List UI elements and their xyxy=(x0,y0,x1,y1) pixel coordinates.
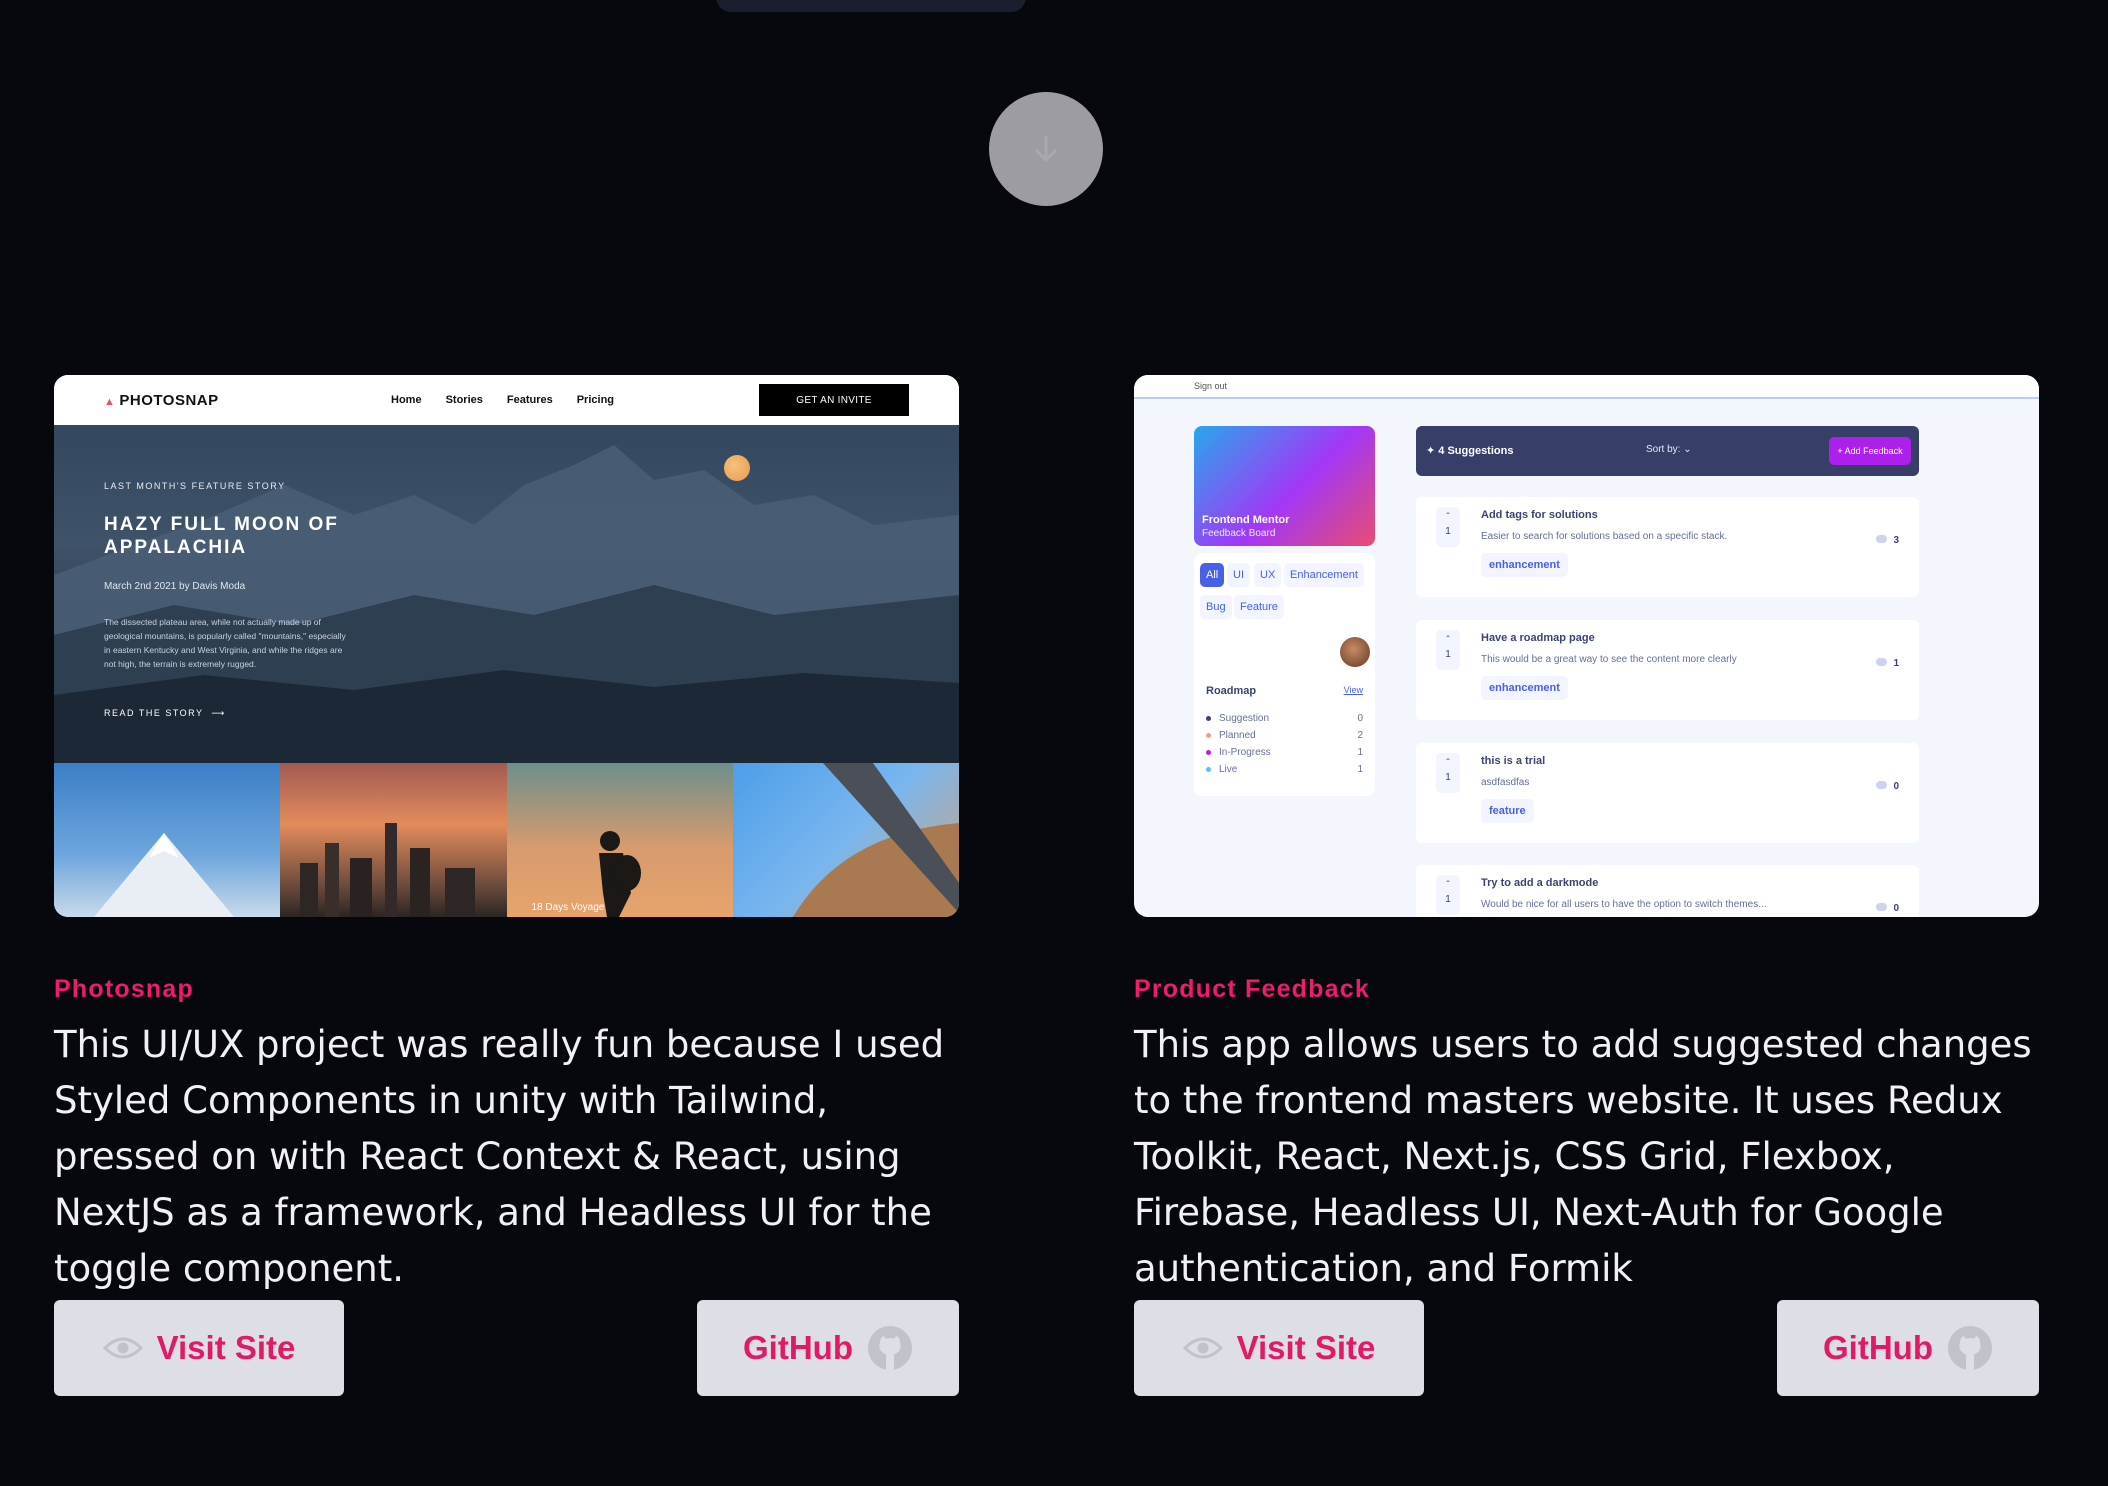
ps-nav-home: Home xyxy=(391,394,422,406)
fb-suggestion-card: ˆ1 Have a roadmap page This would be a g… xyxy=(1416,620,1919,720)
fb-suggestion-desc: This would be a great way to see the con… xyxy=(1481,654,1737,665)
status-dot-icon xyxy=(1206,732,1211,738)
fb-tag-bug: Bug xyxy=(1200,595,1232,619)
fb-tag-enhancement: Enhancement xyxy=(1284,563,1364,587)
fb-board-title: Frontend Mentor xyxy=(1202,514,1290,526)
fb-comment-count: 0 xyxy=(1876,781,1899,792)
project-card-photosnap: ▲ PHOTOSNAP Home Stories Features Pricing… xyxy=(54,375,959,1297)
fb-suggestion-title: Have a roadmap page xyxy=(1481,632,1595,644)
avatar xyxy=(1340,637,1370,667)
gallery-tile-mountain xyxy=(54,763,281,917)
eye-icon xyxy=(102,1337,143,1359)
fb-add-feedback-button: + Add Feedback xyxy=(1829,437,1911,465)
arrow-down-icon xyxy=(1035,135,1057,163)
project-card-product-feedback: Sign out Frontend Mentor Feedback Board … xyxy=(1134,375,2039,1297)
fb-suggestion-card: ˆ1 Add tags for solutions Easier to sear… xyxy=(1416,497,1919,597)
fb-roadmap-title: Roadmap xyxy=(1206,685,1257,697)
scroll-down-button[interactable] xyxy=(989,92,1103,206)
ps-nav-pricing: Pricing xyxy=(576,394,615,406)
project-screenshot[interactable]: Sign out Frontend Mentor Feedback Board … xyxy=(1134,375,2039,917)
fb-suggestion-title: Add tags for solutions xyxy=(1481,509,1598,521)
fb-tag-all: All xyxy=(1200,563,1225,587)
ps-hero: LAST MONTH'S FEATURE STORY HAZY FULL MOO… xyxy=(54,425,959,763)
ps-nav-features: Features xyxy=(506,394,553,406)
project-description: This UI/UX project was really fun becaus… xyxy=(54,1023,945,1290)
ps-nav-stories: Stories xyxy=(445,394,483,406)
comment-icon xyxy=(1876,658,1888,666)
fb-roadmap-view-link: View xyxy=(1343,685,1363,695)
ps-body: The dissected plateau area, while not ac… xyxy=(104,617,346,669)
project-title: Photosnap xyxy=(54,975,194,1003)
gallery-tile-architecture xyxy=(732,763,959,917)
fb-topbar: Sign out xyxy=(1134,375,2039,399)
fb-roadmap-suggestion: Suggestion 0 xyxy=(1206,713,1363,724)
fb-roadmap-planned: Planned 2 xyxy=(1206,730,1363,741)
fb-suggestion-title: Try to add a darkmode xyxy=(1481,877,1599,889)
fb-upvote: ˆ1 xyxy=(1436,875,1460,915)
fb-suggestion-desc: asdfasdfas xyxy=(1481,777,1530,788)
fb-suggestion-desc: Would be nice for all users to have the … xyxy=(1481,899,1767,910)
fb-suggestion-tag: enhancement xyxy=(1481,553,1568,577)
fb-sign-out: Sign out xyxy=(1194,381,1228,391)
visit-site-button-photosnap[interactable]: Visit Site xyxy=(54,1300,344,1396)
ps-invite-button: GET AN INVITE xyxy=(759,384,909,416)
visit-site-button-product-feedback[interactable]: Visit Site xyxy=(1134,1300,1424,1396)
github-icon xyxy=(1947,1326,1992,1370)
github-icon xyxy=(867,1326,912,1370)
ps-nav-links: Home Stories Features Pricing xyxy=(391,394,614,406)
comment-icon xyxy=(1876,903,1888,911)
fb-suggestion-desc: Easier to search for solutions based on … xyxy=(1481,531,1728,542)
ps-date: March 2nd 2021 by Davis Moda xyxy=(104,581,246,592)
ps-read-story: READ THE STORY ⟶ xyxy=(104,708,226,718)
fb-tag-ui: UI xyxy=(1227,563,1250,587)
fb-suggestions-bar: ✦ 4 Suggestions Sort by: ⌄ + Add Feedbac… xyxy=(1416,426,1919,476)
fb-tag-feature: Feature xyxy=(1234,595,1284,619)
fb-comment-count: 1 xyxy=(1876,658,1899,669)
project-screenshot[interactable]: ▲ PHOTOSNAP Home Stories Features Pricing… xyxy=(54,375,959,917)
ps-tile-caption: 18 Days Voyage xyxy=(531,902,605,913)
status-dot-icon xyxy=(1206,749,1211,755)
fb-suggestion-card: ˆ1 this is a trial asdfasdfas feature 0 xyxy=(1416,743,1919,843)
status-dot-icon xyxy=(1206,715,1211,721)
ps-headline: HAZY FULL MOON OF APPALACHIA xyxy=(104,514,339,558)
eye-icon xyxy=(1182,1337,1223,1359)
fb-board-header: Frontend Mentor Feedback Board xyxy=(1194,426,1375,546)
status-dot-icon xyxy=(1206,766,1211,772)
fb-comment-count: 0 xyxy=(1876,903,1899,914)
moon-image xyxy=(724,455,750,481)
project-description: This app allows users to add suggested c… xyxy=(1134,1023,2032,1290)
ps-eyebrow: LAST MONTH'S FEATURE STORY xyxy=(104,481,286,491)
comment-icon xyxy=(1876,781,1888,789)
github-button-photosnap[interactable]: GitHub xyxy=(697,1300,959,1396)
github-button-product-feedback[interactable]: GitHub xyxy=(1777,1300,2039,1396)
fb-roadmap: Roadmap View Suggestion 0 Planned 2 In-Pro… xyxy=(1194,673,1375,796)
ps-logo: ▲ PHOTOSNAP xyxy=(104,392,219,409)
fb-sort-by: Sort by: ⌄ xyxy=(1646,444,1692,455)
gallery-tile-city xyxy=(280,763,507,917)
ps-navbar: ▲ PHOTOSNAP Home Stories Features Pricing… xyxy=(54,375,959,425)
fb-upvote: ˆ1 xyxy=(1436,507,1460,547)
project-title: Product Feedback xyxy=(1134,975,1370,1003)
top-pill xyxy=(716,0,1026,12)
fb-suggestion-title: this is a trial xyxy=(1481,755,1546,767)
fb-suggestion-tag: enhancement xyxy=(1481,676,1568,700)
fb-roadmap-live: Live 1 xyxy=(1206,764,1363,775)
fb-upvote: ˆ1 xyxy=(1436,630,1460,670)
fb-suggestion-tag: feature xyxy=(1481,799,1534,823)
fb-board-subtitle: Feedback Board xyxy=(1202,528,1276,539)
gallery-tile-voyage: 18 Days Voyage xyxy=(506,763,733,917)
fb-comment-count: 3 xyxy=(1876,535,1899,546)
ps-gallery: 18 Days Voyage xyxy=(54,763,959,917)
comment-icon xyxy=(1876,535,1888,543)
fb-upvote: ˆ1 xyxy=(1436,753,1460,793)
fb-suggestion-card: ˆ1 Try to add a darkmode Would be nice f… xyxy=(1416,865,1919,917)
fb-tag-ux: UX xyxy=(1254,563,1282,587)
fb-suggestions-count: ✦ 4 Suggestions xyxy=(1426,445,1514,457)
fb-roadmap-in-progress: In-Progress 1 xyxy=(1206,747,1363,758)
